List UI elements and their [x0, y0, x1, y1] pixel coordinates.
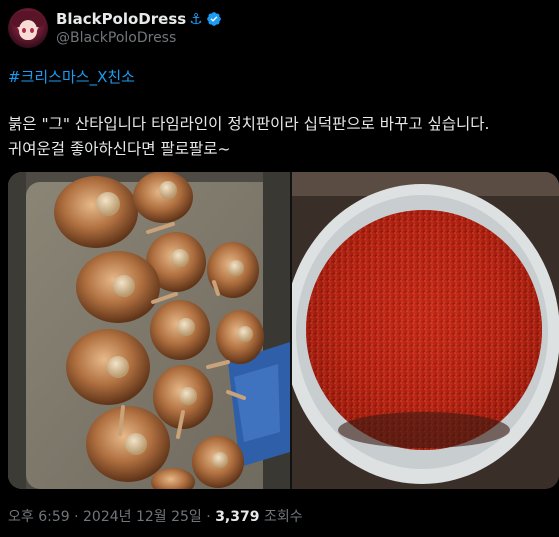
bowls-with-spoons-image	[8, 172, 290, 489]
tweet-header: BlackPoloDress ⚓ @BlackPoloDress	[8, 8, 548, 52]
tweet-meta: 오후 6:59 · 2024년 12월 25일 · 3,379 조회수	[8, 506, 303, 526]
display-name[interactable]: BlackPoloDress	[56, 10, 186, 28]
left-photo[interactable]	[8, 172, 290, 489]
view-count: 3,379	[215, 509, 260, 525]
tweet-text-line-2: 귀여운걸 좋아하신다면 팔로팔로~	[8, 140, 231, 158]
author-handle[interactable]: @BlackPoloDress	[56, 30, 176, 46]
meta-separator: ·	[74, 509, 79, 525]
verified-badge-icon	[206, 12, 221, 26]
meta-separator: ·	[206, 509, 211, 525]
view-label: 조회수	[263, 509, 303, 525]
tweet-date[interactable]: 2024년 12월 25일	[83, 509, 202, 525]
hashtag-link[interactable]: #크리스마스_X친소	[8, 66, 135, 87]
tweet-text-line-1: 붉은 "그" 산타입니다 타임라인이 정치판이라 십덕판으로 바꾸고 싶습니다.	[8, 115, 490, 133]
red-pepper-flakes-image	[292, 172, 559, 489]
anchor-icon: ⚓	[189, 10, 203, 28]
tweet-time[interactable]: 오후 6:59	[8, 509, 70, 525]
right-photo[interactable]	[292, 172, 559, 489]
tweet-text: 붉은 "그" 산타입니다 타임라인이 정치판이라 십덕판으로 바꾸고 싶습니다.…	[8, 112, 559, 162]
author-name[interactable]: BlackPoloDress ⚓	[56, 10, 222, 28]
avatar[interactable]	[8, 8, 48, 48]
media-grid	[8, 172, 559, 489]
